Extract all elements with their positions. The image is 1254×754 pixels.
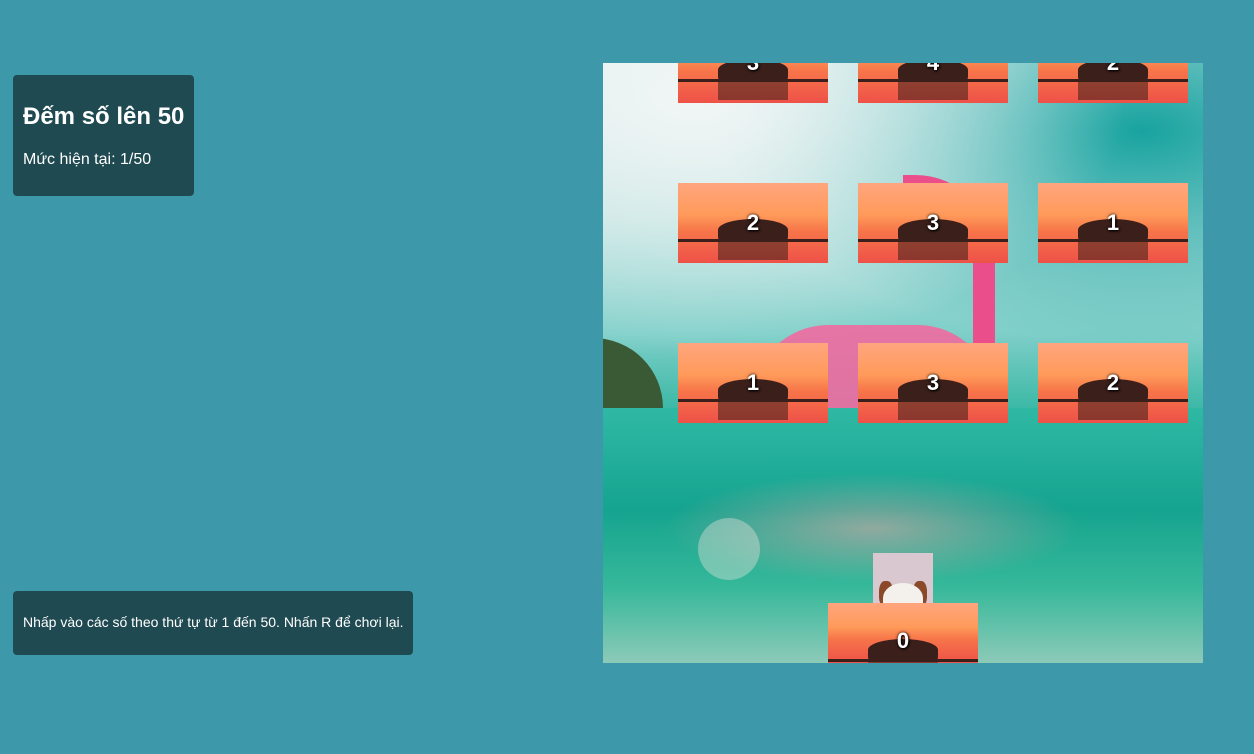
number-tile[interactable]: 3: [678, 63, 828, 103]
instructions-text: Nhấp vào các số theo thứ tự từ 1 đến 50.…: [23, 614, 404, 630]
tile-number: 2: [1106, 370, 1120, 395]
tile-number: 1: [1106, 210, 1120, 235]
number-tile[interactable]: 2: [1038, 63, 1188, 103]
tile-number: 3: [678, 63, 828, 103]
info-panel: Đếm số lên 50 Mức hiện tại: 1/50: [13, 75, 194, 196]
number-tile[interactable]: 3: [858, 183, 1008, 263]
game-title: Đếm số lên 50: [23, 103, 185, 130]
current-level: Mức hiện tại: 1/50: [23, 151, 152, 168]
help-panel: Nhấp vào các số theo thứ tự từ 1 đến 50.…: [13, 591, 413, 655]
number-tile[interactable]: 1: [1038, 183, 1188, 263]
number-tile[interactable]: 4: [858, 63, 1008, 103]
tile-number: 3: [926, 370, 940, 395]
bubble: [698, 518, 760, 580]
tile-number: 3: [926, 210, 940, 235]
tile-number: 4: [858, 63, 1008, 103]
tile-number: 1: [746, 370, 760, 395]
number-tile[interactable]: 1: [678, 343, 828, 423]
number-tile[interactable]: 3: [858, 343, 1008, 423]
game-board: 3 4 2 2 3 1 1 3: [603, 63, 1203, 663]
number-tile[interactable]: 2: [1038, 343, 1188, 423]
number-tile[interactable]: 2: [678, 183, 828, 263]
tile-number: 2: [746, 210, 760, 235]
tile-number: 0: [896, 628, 910, 653]
tile-number: 2: [1038, 63, 1188, 103]
number-tile[interactable]: 0: [828, 603, 978, 663]
